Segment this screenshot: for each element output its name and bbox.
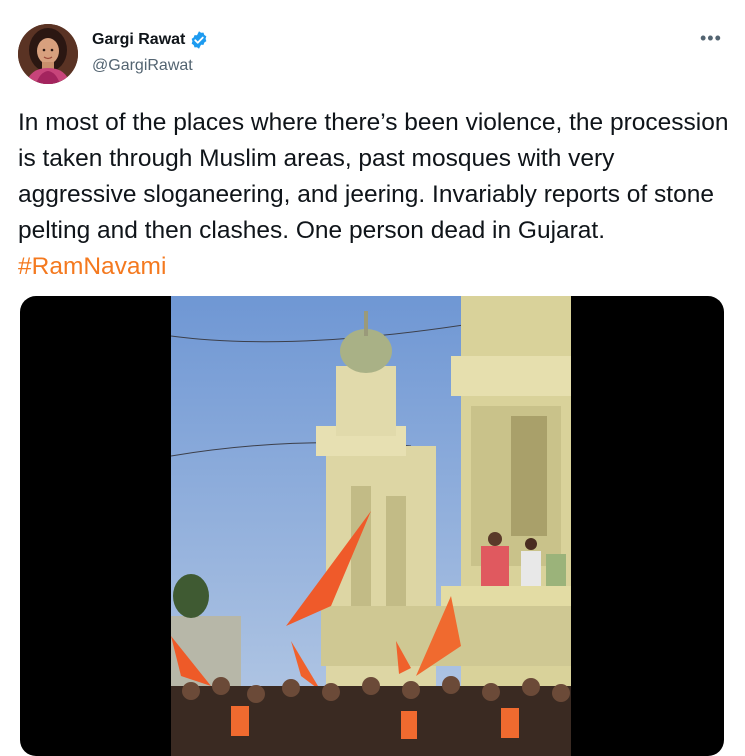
verified-badge-icon	[192, 31, 207, 49]
hashtag-link[interactable]: #RamNavami	[18, 253, 166, 280]
tweet-body: In most of the places where there’s been…	[18, 109, 729, 244]
tweet-text: In most of the places where there’s been…	[18, 105, 733, 285]
author-name[interactable]: Gargi Rawat	[92, 31, 185, 49]
avatar[interactable]	[18, 24, 78, 84]
video-thumbnail	[171, 296, 571, 756]
avatar-photo	[18, 24, 78, 84]
more-options-icon[interactable]: •••	[700, 28, 722, 49]
tweet-video[interactable]	[20, 296, 724, 756]
author-handle[interactable]: @GargiRawat	[92, 57, 193, 75]
